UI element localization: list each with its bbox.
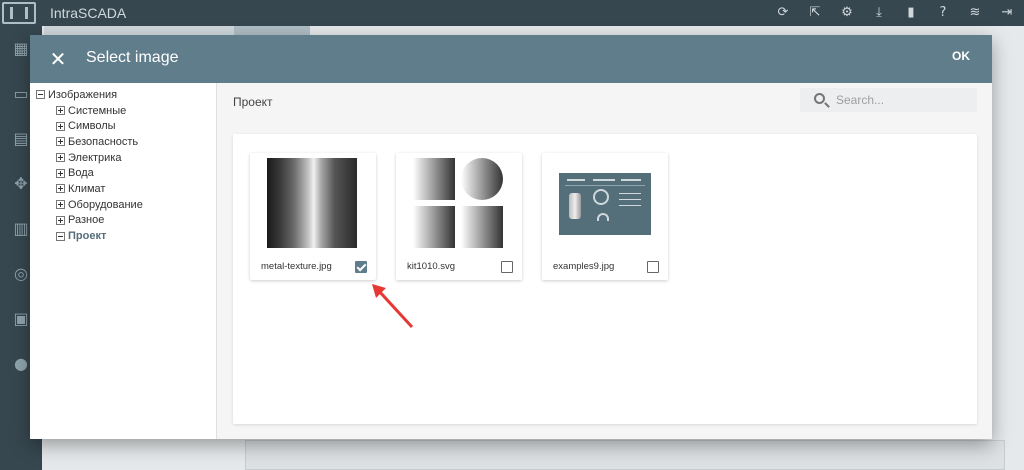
ok-button[interactable]: OK xyxy=(952,49,970,63)
tree-item-label: Безопасность xyxy=(68,135,139,148)
background-panel xyxy=(245,440,1005,470)
tree-item-security[interactable]: Безопасность xyxy=(36,134,216,150)
tree-item-project[interactable]: Проект xyxy=(36,228,216,244)
download-icon[interactable]: ⤓ xyxy=(870,4,888,22)
image-select-checkbox[interactable] xyxy=(355,261,367,273)
expand-icon[interactable] xyxy=(56,153,65,163)
image-browser: Проект metal-texture.jpg kit1010.svg xyxy=(218,83,992,439)
collapse-icon[interactable] xyxy=(36,90,45,100)
expand-icon[interactable] xyxy=(56,215,65,225)
tree-root-label: Изображения xyxy=(48,88,118,101)
image-filename: examples9.jpg xyxy=(553,261,615,272)
tree-item-label: Системные xyxy=(68,104,127,117)
image-thumbnail xyxy=(413,158,503,248)
toolbar-icons: ⟳ ⇱ ⚙ ⤓ ▮ ? ≋ ⇥ xyxy=(774,4,1016,22)
tree-root[interactable]: Изображения xyxy=(36,87,216,103)
tree-item-water[interactable]: Вода xyxy=(36,165,216,181)
expand-icon[interactable] xyxy=(56,121,65,131)
image-folder-tree: Изображения Системные Символы Безопаснос… xyxy=(30,83,217,439)
app-logo xyxy=(2,2,36,24)
dialog-header: ✕ Select image OK xyxy=(30,35,992,83)
image-thumbnail xyxy=(559,173,651,235)
image-gallery: metal-texture.jpg kit1010.svg examples9.… xyxy=(233,134,977,424)
image-thumbnail xyxy=(267,158,357,248)
image-filename: metal-texture.jpg xyxy=(261,261,332,272)
tree-item-electrics[interactable]: Электрика xyxy=(36,150,216,166)
search-input[interactable] xyxy=(836,90,971,110)
refresh-icon[interactable]: ⟳ xyxy=(774,4,792,22)
device-icon[interactable]: ▮ xyxy=(902,4,920,22)
gear-icon[interactable]: ⚙ xyxy=(838,4,856,22)
search-box[interactable] xyxy=(800,88,977,112)
close-icon[interactable]: ✕ xyxy=(46,47,70,71)
tree-item-misc[interactable]: Разное xyxy=(36,213,216,229)
expand-icon[interactable] xyxy=(56,200,65,210)
tree-item-climate[interactable]: Климат xyxy=(36,181,216,197)
export-icon[interactable]: ⇱ xyxy=(806,4,824,22)
image-select-checkbox[interactable] xyxy=(501,261,513,273)
expand-icon[interactable] xyxy=(56,184,65,194)
image-filename: kit1010.svg xyxy=(407,261,456,272)
tree-item-label: Оборудование xyxy=(68,198,143,211)
current-folder-label: Проект xyxy=(233,95,273,109)
select-image-dialog: ✕ Select image OK Изображения Системные … xyxy=(30,35,992,439)
dialog-title: Select image xyxy=(86,49,179,66)
collapse-icon[interactable] xyxy=(56,231,65,241)
app-title: IntraSCADA xyxy=(50,5,127,21)
annotation-arrow-icon xyxy=(372,284,414,329)
image-card[interactable]: examples9.jpg xyxy=(542,153,668,280)
tree-item-equipment[interactable]: Оборудование xyxy=(36,197,216,213)
wifi-icon[interactable]: ≋ xyxy=(966,4,984,22)
expand-icon[interactable] xyxy=(56,168,65,178)
tree-item-label: Электрика xyxy=(68,151,122,164)
tree-item-label: Проект xyxy=(68,230,107,243)
image-card[interactable]: metal-texture.jpg xyxy=(250,153,376,280)
expand-icon[interactable] xyxy=(56,106,65,116)
tree-item-label: Климат xyxy=(68,182,106,195)
help-icon[interactable]: ? xyxy=(934,4,952,22)
tree-item-label: Символы xyxy=(68,120,116,133)
tree-item-system[interactable]: Системные xyxy=(36,103,216,119)
search-icon xyxy=(814,93,825,104)
logout-icon[interactable]: ⇥ xyxy=(998,4,1016,22)
tree-item-label: Разное xyxy=(68,214,105,227)
image-card[interactable]: kit1010.svg xyxy=(396,153,522,280)
expand-icon[interactable] xyxy=(56,137,65,147)
tree-item-label: Вода xyxy=(68,167,94,180)
tree-item-symbols[interactable]: Символы xyxy=(36,118,216,134)
image-select-checkbox[interactable] xyxy=(647,261,659,273)
app-topbar: IntraSCADA ⟳ ⇱ ⚙ ⤓ ▮ ? ≋ ⇥ xyxy=(0,0,1024,26)
